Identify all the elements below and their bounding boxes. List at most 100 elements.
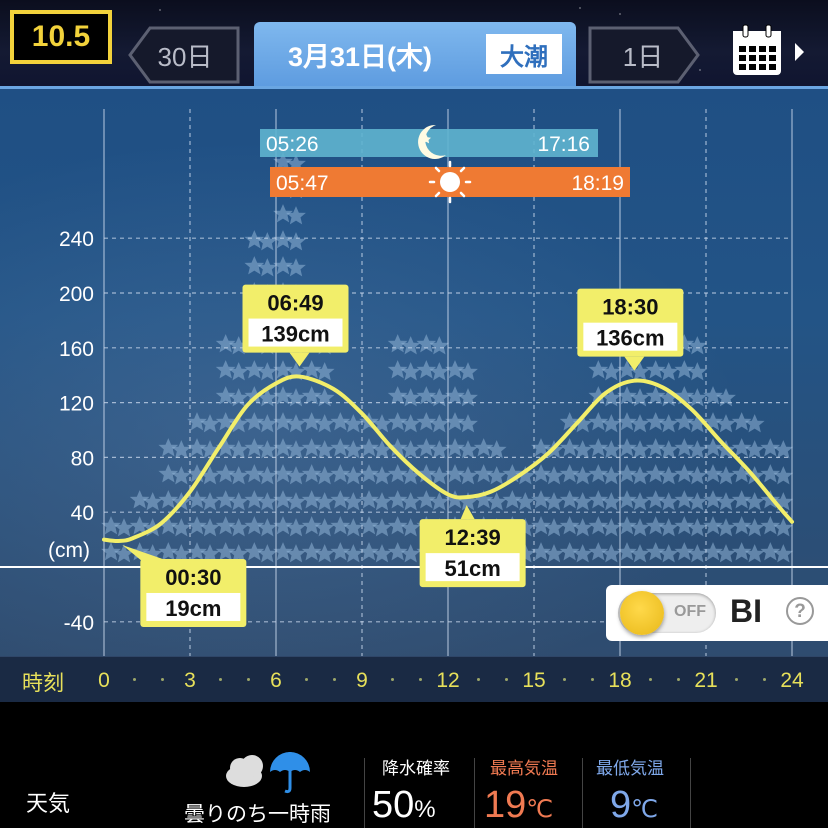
catch-index-star bbox=[544, 518, 564, 537]
catch-index-star bbox=[257, 362, 278, 381]
catch-index-star bbox=[601, 414, 622, 433]
y-tick-label: 160 bbox=[59, 338, 94, 361]
divider bbox=[582, 758, 583, 828]
calendar-icon[interactable] bbox=[730, 24, 784, 78]
moon-bar: 05:26 17:16 bbox=[260, 124, 598, 159]
catch-index-star bbox=[286, 440, 306, 459]
catch-index-star bbox=[687, 492, 708, 511]
hour-dot bbox=[132, 678, 136, 681]
current-date: 3月31日(木) bbox=[288, 41, 433, 72]
catch-index-star bbox=[372, 544, 392, 563]
moonrise-time: 05:26 bbox=[266, 133, 319, 156]
catch-index-star bbox=[458, 414, 478, 433]
catch-index-star bbox=[372, 492, 392, 511]
catch-index-star bbox=[257, 518, 278, 537]
help-icon[interactable]: ? bbox=[786, 597, 814, 625]
precip-unit: % bbox=[414, 796, 436, 823]
catch-index-star bbox=[400, 414, 421, 433]
catch-index-star bbox=[658, 466, 679, 485]
catch-index-star bbox=[687, 362, 708, 381]
catch-index-star bbox=[716, 492, 736, 511]
y-tick-label: 80 bbox=[71, 447, 94, 470]
precip-value: 50 bbox=[372, 784, 415, 826]
catch-index-star bbox=[171, 518, 192, 537]
catch-index-star bbox=[687, 544, 708, 563]
catch-index-star bbox=[314, 544, 335, 563]
low-temp-unit: ℃ bbox=[631, 796, 659, 823]
catch-index-star bbox=[515, 492, 536, 511]
catch-index-star bbox=[257, 466, 278, 485]
date-tab: 3月31日(木) 大潮 bbox=[254, 22, 576, 86]
catch-index-star bbox=[486, 440, 507, 459]
catch-index-star bbox=[630, 518, 650, 537]
catch-index-star bbox=[429, 440, 450, 459]
bi-toggle-switch[interactable]: OFF bbox=[618, 591, 716, 635]
hour-dot bbox=[505, 678, 509, 681]
bi-toggle-knob[interactable] bbox=[620, 591, 664, 635]
catch-index-star bbox=[429, 336, 450, 355]
weather-description: 曇りのち一時雨 bbox=[184, 803, 331, 826]
prev-day-button[interactable]: 30日 bbox=[128, 26, 242, 84]
catch-index-star bbox=[286, 518, 306, 537]
catch-index-star bbox=[687, 336, 708, 355]
catch-index-star bbox=[314, 466, 335, 485]
y-tick-label: 200 bbox=[59, 283, 94, 306]
catch-index-star bbox=[286, 466, 306, 485]
catch-index-star bbox=[114, 518, 134, 537]
y-tick-label: 240 bbox=[59, 228, 94, 251]
sun-bar: 05:47 18:19 bbox=[270, 160, 630, 204]
catch-index-star bbox=[544, 492, 564, 511]
y-axis-unit: (cm) bbox=[48, 539, 90, 562]
catch-index-star bbox=[716, 466, 736, 485]
top-bar: 10.5 30日 3月31日(木) 大潮 1日 bbox=[0, 0, 828, 86]
weather-panel: 天気 曇りのち一時雨 降水確率 50% 最高気温 19℃ 最低気温 9℃ bbox=[0, 702, 828, 828]
catch-index-star bbox=[257, 258, 278, 277]
catch-index-star bbox=[744, 414, 765, 433]
catch-index-star bbox=[343, 440, 364, 459]
prev-day-label: 30日 bbox=[157, 41, 213, 72]
catch-index-star bbox=[687, 440, 708, 459]
catch-index-star bbox=[630, 388, 650, 407]
catch-index-star bbox=[544, 544, 564, 563]
catch-index-star bbox=[716, 388, 736, 407]
catch-index-star bbox=[658, 414, 679, 433]
tide-height: 136cm bbox=[596, 326, 665, 351]
chevron-right-icon[interactable] bbox=[794, 42, 806, 62]
low-tide-bubble: 12:39 51cm bbox=[419, 505, 526, 588]
catch-index-star bbox=[486, 492, 507, 511]
catch-index-star bbox=[716, 544, 736, 563]
catch-index-star bbox=[400, 544, 421, 563]
catch-index-star bbox=[630, 492, 650, 511]
weather-label: 天気 bbox=[26, 791, 71, 816]
catch-index-star bbox=[744, 440, 765, 459]
catch-index-star bbox=[601, 492, 622, 511]
catch-index-star bbox=[630, 466, 650, 485]
next-day-button[interactable]: 1日 bbox=[586, 26, 700, 84]
tide-time: 12:39 bbox=[444, 525, 500, 550]
catch-index-star bbox=[286, 492, 306, 511]
tide-height: 139cm bbox=[261, 322, 330, 347]
catch-index-star bbox=[257, 414, 278, 433]
hour-dot bbox=[333, 678, 337, 681]
time-axis: 時刻 0 3 6 9 12 15 18 21 24 bbox=[0, 656, 828, 704]
catch-index-star bbox=[286, 388, 306, 407]
hour-tick-label: 12 bbox=[436, 669, 460, 692]
catch-index-star bbox=[658, 362, 679, 381]
catch-index-star bbox=[343, 466, 364, 485]
catch-index-star bbox=[314, 388, 335, 407]
catch-index-star bbox=[257, 492, 278, 511]
low-temp-value: 9 bbox=[610, 784, 632, 826]
catch-index-star bbox=[687, 518, 708, 537]
catch-index-star bbox=[458, 362, 478, 381]
catch-index-star bbox=[314, 362, 335, 381]
sunset-time: 18:19 bbox=[571, 172, 624, 195]
catch-index-star bbox=[400, 518, 421, 537]
catch-index-star bbox=[343, 518, 364, 537]
high-temp-column: 最高気温 19℃ bbox=[484, 754, 558, 826]
hour-tick-label: 15 bbox=[522, 669, 546, 692]
sunrise-time: 05:47 bbox=[276, 172, 329, 195]
catch-index-star bbox=[773, 466, 794, 485]
catch-index-star bbox=[343, 414, 364, 433]
catch-index-star bbox=[572, 492, 593, 511]
hour-dot bbox=[419, 678, 423, 681]
